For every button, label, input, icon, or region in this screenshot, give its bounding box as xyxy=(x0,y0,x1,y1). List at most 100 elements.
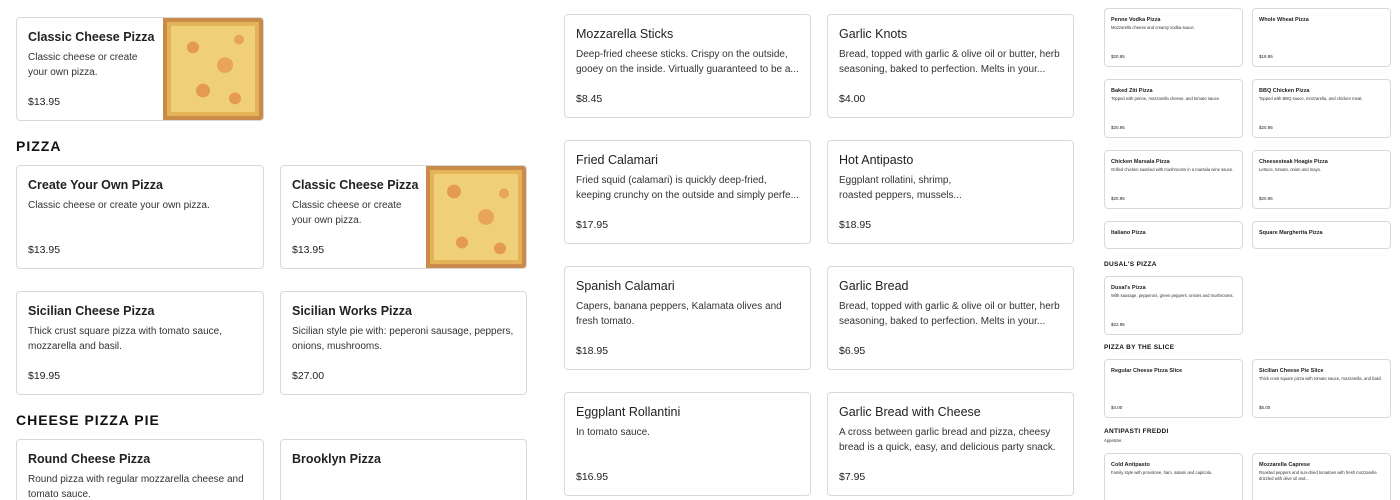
section-title-pizza: PIZZA xyxy=(16,138,62,154)
section-title-cheese-pizza-pie: CHEESE PIZZA PIE xyxy=(16,412,160,428)
item-title: Baked Ziti Pizza xyxy=(1111,88,1153,94)
menu-item-card[interactable]: BBQ Chicken Pizza Topped with BBQ sauce,… xyxy=(1252,79,1391,138)
item-title: Sicilian Works Pizza xyxy=(292,304,412,318)
section-title-antipasti-freddi: ANTIPASTI FREDDI xyxy=(1104,428,1169,435)
item-description: Thick crust square pizza with tomato sau… xyxy=(1259,376,1382,381)
item-price: $19.95 xyxy=(28,370,61,382)
menu-item-card[interactable]: Whole Wheat Pizza $18.95 xyxy=(1252,8,1391,67)
menu-item-card[interactable]: Dusal's Pizza With sausage, pepperoni, g… xyxy=(1104,276,1243,335)
menu-item-card[interactable]: Penne Vodka Pizza Mozzarella cheese and … xyxy=(1104,8,1243,67)
section-title-dusals-pizza: DUSAL'S PIZZA xyxy=(1104,261,1157,268)
menu-column-specialty-pizzas: Penne Vodka Pizza Mozzarella cheese and … xyxy=(1097,0,1400,500)
item-description: Bread, topped with garlic & olive oil or… xyxy=(839,301,1060,327)
item-title: Cheesesteak Hoagie Pizza xyxy=(1259,159,1328,165)
item-price: $8.45 xyxy=(576,93,603,105)
menu-item-card[interactable]: Eggplant Rollantini In tomato sauce. $16… xyxy=(564,392,811,496)
item-description: Fried squid (calamari) is quickly deep-f… xyxy=(576,175,799,201)
item-description: Mozzarella cheese and creamy vodka sauce… xyxy=(1111,25,1195,30)
menu-item-card[interactable]: Classic Cheese Pizza Classic cheese or c… xyxy=(16,17,264,121)
item-description: Classic cheese or create your own pizza. xyxy=(28,200,210,211)
item-price: $17.95 xyxy=(576,219,609,231)
menu-item-card[interactable]: Baked Ziti Pizza Topped with penne, mozz… xyxy=(1104,79,1243,138)
item-price: $4.00 xyxy=(839,93,866,105)
item-title: BBQ Chicken Pizza xyxy=(1259,88,1310,94)
item-title: Whole Wheat Pizza xyxy=(1259,17,1309,23)
item-title: Garlic Bread with Cheese xyxy=(839,405,981,419)
menu-item-card[interactable]: Garlic Knots Bread, topped with garlic &… xyxy=(827,14,1074,118)
item-description: Round pizza with regular mozzarella chee… xyxy=(28,474,244,500)
item-title: Brooklyn Pizza xyxy=(292,452,381,466)
menu-item-card[interactable]: Mozzarella Caprese Roasted peppers and s… xyxy=(1252,453,1391,500)
item-description: Thick crust square pizza with tomato sau… xyxy=(28,326,222,352)
menu-item-card[interactable]: Cheesesteak Hoagie Pizza Lettuce, tomato… xyxy=(1252,150,1391,209)
item-price: $27.00 xyxy=(292,370,325,382)
item-description: Classic cheese or create your own pizza. xyxy=(28,52,138,78)
item-title: Classic Cheese Pizza xyxy=(292,178,419,192)
item-description: Roasted peppers and sun-dried tomatoes w… xyxy=(1259,470,1377,481)
menu-item-card[interactable]: Square Margherita Pizza xyxy=(1252,221,1391,249)
menu-item-card[interactable]: Garlic Bread with Cheese A cross between… xyxy=(827,392,1074,496)
item-title: Fried Calamari xyxy=(576,153,658,167)
item-title: Classic Cheese Pizza xyxy=(28,30,155,44)
item-description: Grilled chicken sautéed with mushrooms i… xyxy=(1111,167,1234,172)
section-subtitle: Appetizer. xyxy=(1104,438,1123,443)
item-price: $13.95 xyxy=(28,96,61,108)
item-title: Sicilian Cheese Pizza xyxy=(28,304,155,318)
menu-item-card[interactable]: Regular Cheese Pizza Slice $4.00 xyxy=(1104,359,1243,418)
item-title: Mozzarella Sticks xyxy=(576,27,674,41)
item-title: Create Your Own Pizza xyxy=(28,178,163,192)
menu-item-card[interactable]: Classic Cheese Pizza Classic cheese or c… xyxy=(280,165,527,269)
menu-item-card[interactable]: Sicilian Cheese Pie Slice Thick crust sq… xyxy=(1252,359,1391,418)
pizza-photo xyxy=(426,166,526,268)
item-price: $22.95 xyxy=(1111,322,1125,327)
item-description: Classic cheese or create your own pizza. xyxy=(292,200,402,226)
menu-column-appetizers: Mozzarella Sticks Deep-fried cheese stic… xyxy=(556,0,1096,500)
menu-item-card[interactable]: Mozzarella Sticks Deep-fried cheese stic… xyxy=(564,14,811,118)
item-title: Cold Antipasto xyxy=(1111,462,1150,468)
item-title: Mozzarella Caprese xyxy=(1259,462,1311,468)
menu-item-card[interactable]: Hot Antipasto Eggplant rollatini, shrimp… xyxy=(827,140,1074,244)
item-title: Penne Vodka Pizza xyxy=(1111,17,1161,23)
item-price: $20.95 xyxy=(1111,196,1125,201)
menu-item-card[interactable]: Round Cheese Pizza Round pizza with regu… xyxy=(16,439,264,500)
menu-item-card[interactable]: Fried Calamari Fried squid (calamari) is… xyxy=(564,140,811,244)
menu-item-card[interactable]: Create Your Own Pizza Classic cheese or … xyxy=(16,165,264,269)
menu-item-card[interactable]: Sicilian Cheese Pizza Thick crust square… xyxy=(16,291,264,395)
item-price: $18.95 xyxy=(1259,54,1273,59)
item-description: Bread, topped with garlic & olive oil or… xyxy=(839,49,1060,75)
menu-item-card[interactable]: Brooklyn Pizza xyxy=(280,439,527,500)
menu-item-card[interactable]: Spanish Calamari Capers, banana peppers,… xyxy=(564,266,811,370)
item-description: Deep-fried cheese sticks. Crispy on the … xyxy=(576,49,799,75)
section-title-pizza-by-the-slice: PIZZA BY THE SLICE xyxy=(1104,344,1175,351)
item-price: $20.95 xyxy=(1111,125,1125,130)
item-description: With sausage, pepperoni, green peppers, … xyxy=(1111,293,1234,298)
item-description: Sicilian style pie with: peperoni sausag… xyxy=(292,326,514,352)
item-title: Dusal's Pizza xyxy=(1111,285,1146,291)
item-price: $20.95 xyxy=(1259,125,1273,130)
item-description: Topped with BBQ sauce, mozzarella, and c… xyxy=(1259,96,1363,101)
menu-item-card[interactable]: Garlic Bread Bread, topped with garlic &… xyxy=(827,266,1074,370)
item-description: Lettuce, tomato, onion and mayo. xyxy=(1259,167,1322,172)
menu-item-card[interactable]: Chicken Marsala Pizza Grilled chicken sa… xyxy=(1104,150,1243,209)
item-description: Family style with provolone, ham, salami… xyxy=(1111,470,1213,475)
item-price: $6.95 xyxy=(839,345,866,357)
item-title: Garlic Knots xyxy=(839,27,908,41)
item-title: Square Margherita Pizza xyxy=(1259,230,1323,236)
menu-item-card[interactable]: Cold Antipasto Family style with provolo… xyxy=(1104,453,1243,500)
item-title: Garlic Bread xyxy=(839,279,909,293)
item-price: $13.95 xyxy=(292,244,325,256)
item-description: Topped with penne, mozzarella cheese, an… xyxy=(1111,96,1221,101)
item-title: Spanish Calamari xyxy=(576,279,675,293)
item-title: Sicilian Cheese Pie Slice xyxy=(1259,368,1324,374)
menu-item-card[interactable]: Italiano Pizza xyxy=(1104,221,1243,249)
item-description: In tomato sauce. xyxy=(576,427,650,438)
item-title: Eggplant Rollantini xyxy=(576,405,681,419)
item-price: $5.00 xyxy=(1259,405,1271,410)
item-price: $20.95 xyxy=(1111,54,1125,59)
menu-column-pizzas: Classic Cheese Pizza Classic cheese or c… xyxy=(0,0,540,500)
menu-item-card[interactable]: Sicilian Works Pizza Sicilian style pie … xyxy=(280,291,527,395)
item-price: $4.00 xyxy=(1111,405,1123,410)
item-title: Regular Cheese Pizza Slice xyxy=(1111,368,1183,374)
item-title: Chicken Marsala Pizza xyxy=(1111,159,1170,165)
item-title: Round Cheese Pizza xyxy=(28,452,151,466)
